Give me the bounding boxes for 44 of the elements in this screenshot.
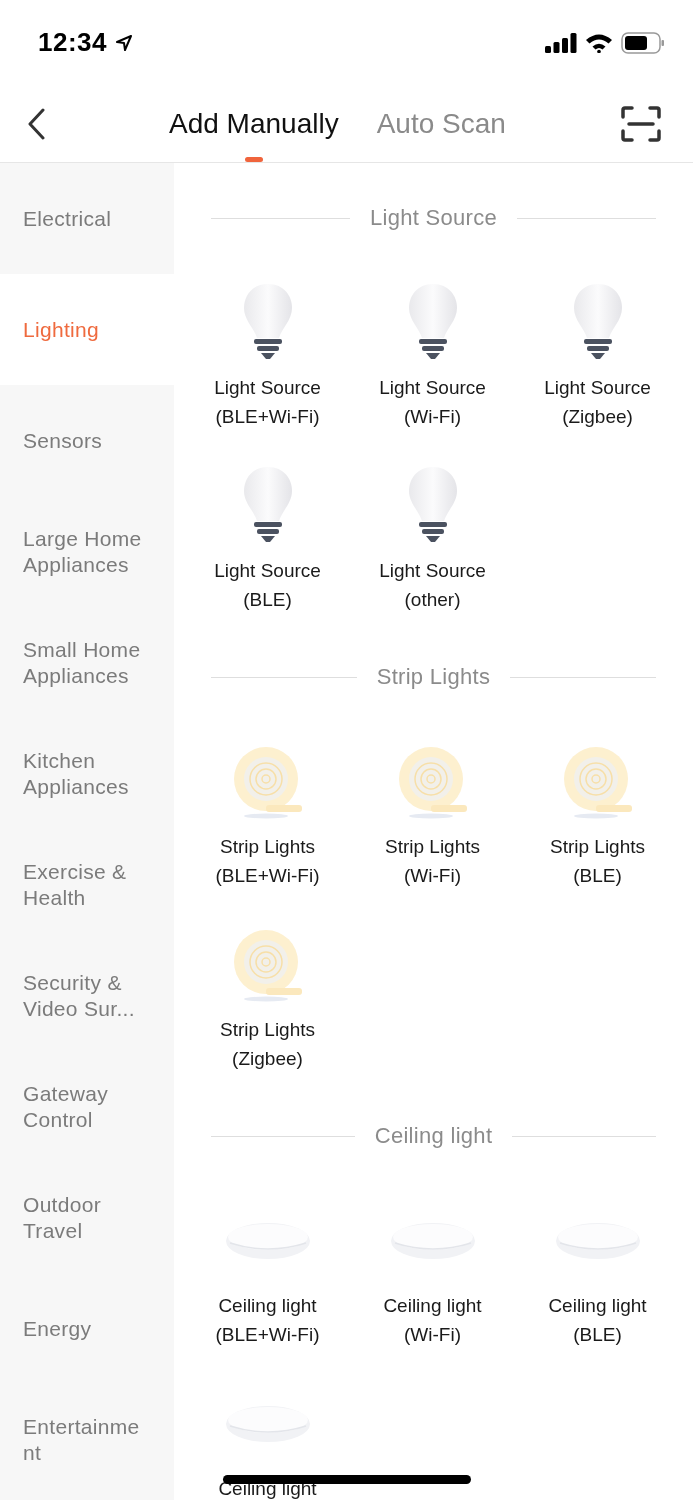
category-item[interactable]: Gateway Control (0, 1051, 174, 1162)
status-time: 12:34 (38, 27, 107, 58)
section-title: Ceiling light (374, 1122, 493, 1150)
device-tile[interactable]: Strip Lights (BLE+Wi-Fi) (185, 732, 350, 915)
device-tile[interactable]: Strip Lights (BLE) (515, 732, 680, 915)
tab[interactable]: Add Manually (169, 107, 339, 140)
category-item[interactable]: Security & Video Sur... (0, 940, 174, 1051)
ceiling-lamp-icon (389, 1221, 476, 1261)
category-item[interactable]: Energy (0, 1273, 174, 1384)
strip-light-icon (396, 745, 469, 819)
strip-light-icon (561, 745, 634, 819)
device-tile[interactable]: Ceiling light (Wi-Fi) (350, 1191, 515, 1374)
location-arrow-icon (115, 33, 133, 52)
signal-icon (545, 32, 577, 53)
wifi-icon (585, 32, 613, 53)
ceiling-lamp-icon (554, 1221, 641, 1261)
device-tile[interactable]: Ceiling light (BLE) (515, 1191, 680, 1374)
category-item[interactable]: Large Home Appliances (0, 496, 174, 607)
category-item[interactable]: Sensors (0, 385, 174, 496)
strip-light-icon (231, 745, 304, 819)
category-item[interactable]: Entertainment (0, 1384, 174, 1495)
category-item[interactable]: Kitchen Appliances (0, 718, 174, 829)
category-item[interactable]: Outdoor Travel (0, 1162, 174, 1273)
category-item[interactable]: Electrical (0, 163, 174, 274)
device-tile[interactable]: Strip Lights (Wi-Fi) (350, 732, 515, 915)
scan-button[interactable] (621, 105, 661, 142)
device-tile[interactable]: Light Source (other) (350, 456, 515, 639)
device-tile[interactable]: Strip Lights (Zigbee) (185, 915, 350, 1098)
section-title: Strip Lights (376, 663, 491, 691)
category-item[interactable]: Exercise & Health (0, 829, 174, 940)
strip-light-icon (231, 928, 304, 1002)
category-item[interactable]: Small Home Appliances (0, 607, 174, 718)
ceiling-lamp-icon (224, 1221, 311, 1261)
scan-icon (621, 105, 661, 142)
device-tile[interactable]: Light Source (BLE) (185, 456, 350, 639)
device-tile[interactable]: Ceiling light (BLE+Wi-Fi) (185, 1191, 350, 1374)
battery-icon (621, 31, 665, 54)
active-tab-indicator (244, 156, 263, 162)
device-tile[interactable]: Light Source (BLE+Wi-Fi) (185, 273, 350, 456)
device-tile[interactable]: Light Source (Wi-Fi) (350, 273, 515, 456)
device-tile[interactable]: Light Source (Zigbee) (515, 273, 680, 456)
ceiling-lamp-icon (224, 1404, 311, 1444)
chevron-left-icon (27, 107, 45, 140)
section-title: Light Source (369, 204, 498, 232)
